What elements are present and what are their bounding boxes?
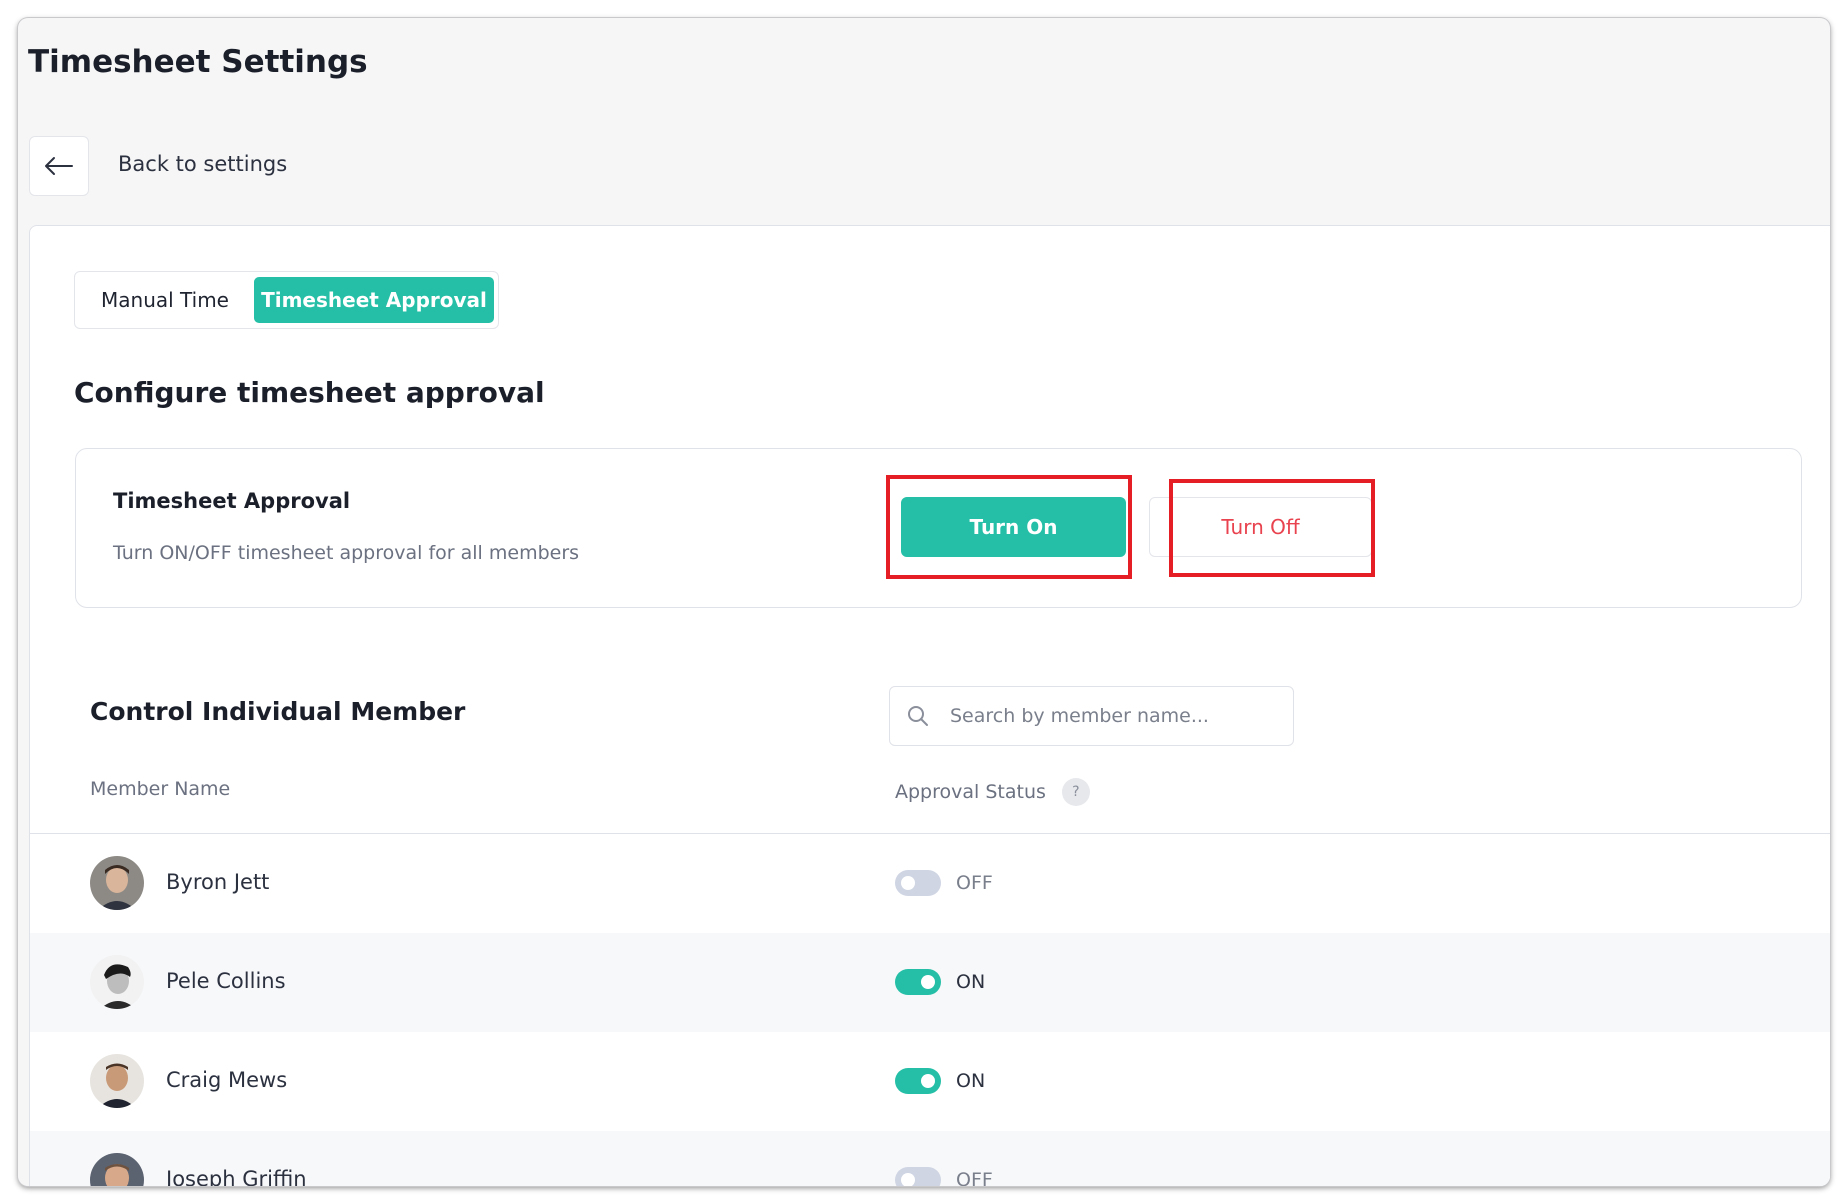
settings-panel: Manual Time Timesheet Approval Configure…: [29, 225, 1830, 1186]
column-header-approval-status: Approval Status ?: [895, 778, 1090, 806]
tab-group: Manual Time Timesheet Approval: [74, 271, 499, 329]
page-title: Timesheet Settings: [28, 44, 368, 80]
table-row: Byron Jett OFF: [30, 834, 1830, 933]
tab-manual-time[interactable]: Manual Time: [81, 277, 249, 323]
approval-toggle[interactable]: [895, 1167, 941, 1186]
approval-toggle[interactable]: [895, 870, 941, 896]
avatar: [90, 856, 144, 910]
app-window: Timesheet Settings Back to settings Manu…: [18, 18, 1830, 1186]
approval-status-text: OFF: [956, 872, 993, 894]
column-header-member-name: Member Name: [90, 778, 231, 800]
table-row: Joseph Griffin OFF: [30, 1131, 1830, 1186]
avatar: [90, 1153, 144, 1186]
member-search-input[interactable]: [950, 687, 1280, 745]
search-icon: [908, 706, 928, 726]
member-name: Pele Collins: [166, 969, 286, 993]
member-name: Craig Mews: [166, 1068, 288, 1092]
approval-card: Timesheet Approval Turn ON/OFF timesheet…: [75, 448, 1802, 608]
avatar: [90, 1054, 144, 1108]
column-header-approval-status-label: Approval Status: [895, 781, 1046, 803]
approval-status-text: ON: [956, 971, 986, 993]
table-row: Craig Mews ON: [30, 1032, 1830, 1131]
approval-toggle[interactable]: [895, 1068, 941, 1094]
member-name: Byron Jett: [166, 870, 270, 894]
help-icon[interactable]: ?: [1061, 778, 1090, 806]
approval-card-title: Timesheet Approval: [113, 489, 351, 513]
member-search: [889, 686, 1294, 746]
highlight-box-turn-on: [886, 475, 1132, 579]
back-to-settings-link[interactable]: Back to settings: [118, 152, 287, 176]
highlight-box-turn-off: [1169, 479, 1375, 577]
member-name: Joseph Griffin: [166, 1167, 307, 1186]
members-section-title: Control Individual Member: [90, 697, 466, 726]
approval-status-text: OFF: [956, 1169, 993, 1186]
tab-timesheet-approval[interactable]: Timesheet Approval: [254, 277, 494, 323]
member-table: Byron Jett OFF Pele Collins ON Craig Mew…: [30, 834, 1830, 1186]
approval-status-text: ON: [956, 1070, 986, 1092]
section-title: Configure timesheet approval: [74, 376, 545, 409]
table-row: Pele Collins ON: [30, 933, 1830, 1032]
approval-card-description: Turn ON/OFF timesheet approval for all m…: [113, 542, 580, 564]
approval-toggle[interactable]: [895, 969, 941, 995]
avatar: [90, 955, 144, 1009]
arrow-left-icon: [45, 157, 73, 175]
back-button[interactable]: [29, 136, 89, 196]
